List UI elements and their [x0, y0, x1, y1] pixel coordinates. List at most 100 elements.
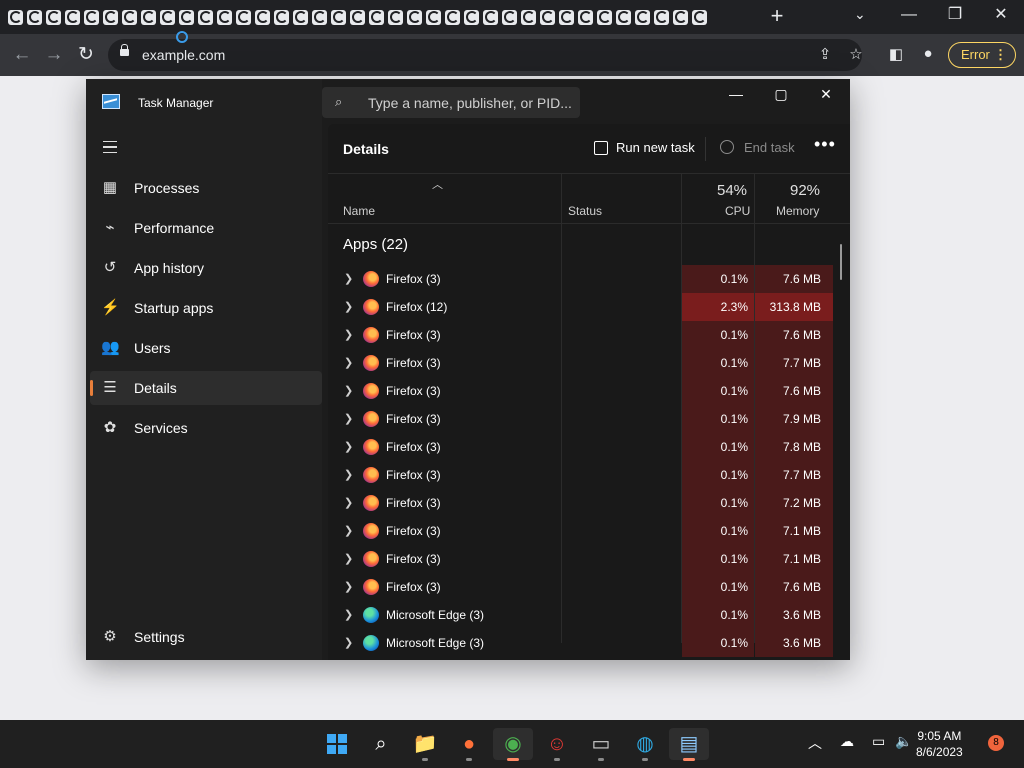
browser-tab[interactable] [692, 8, 707, 26]
firefox[interactable]: ● [449, 728, 489, 761]
expand-chevron-icon[interactable]: ❯ [344, 524, 353, 537]
table-row[interactable]: ❯ Firefox (3) 0.1% 7.6 MB [328, 573, 833, 601]
app-character[interactable]: ☺ [537, 728, 577, 761]
browser-tab[interactable] [255, 8, 270, 26]
bookmark-star-icon[interactable]: ☆ [846, 45, 866, 63]
chrome[interactable]: ◉ [493, 728, 533, 761]
hamburger-menu-icon[interactable] [103, 141, 117, 153]
browser-tab[interactable] [502, 8, 517, 26]
chevron-up-icon[interactable]: ︿ [808, 733, 822, 753]
volume-icon[interactable]: 🔈 [895, 733, 912, 750]
browser-tab[interactable] [540, 8, 555, 26]
restore-icon[interactable]: ❐ [932, 4, 978, 26]
tab-search-button[interactable]: ⌄ [854, 6, 866, 23]
profile-icon[interactable]: ● [918, 45, 938, 62]
browser-tab[interactable] [483, 8, 498, 26]
browser-tab[interactable] [521, 8, 536, 26]
table-row[interactable]: ❯ Firefox (3) 0.1% 7.6 MB [328, 321, 833, 349]
lock-icon[interactable] [120, 44, 129, 56]
edge[interactable]: ◍ [625, 728, 665, 761]
browser-tab[interactable] [160, 8, 175, 26]
browser-tab[interactable] [388, 8, 403, 26]
group-header-apps[interactable]: Apps (22) [343, 236, 408, 253]
column-cpu[interactable]: CPU [725, 204, 750, 218]
nav-services[interactable]: ✿ Services [90, 411, 322, 445]
browser-tab[interactable] [673, 8, 688, 26]
error-button[interactable]: Error ⋮ [948, 42, 1016, 68]
browser-tab[interactable] [312, 8, 327, 26]
network-icon[interactable]: ▭ [872, 733, 885, 750]
table-row[interactable]: ❯ Firefox (3) 0.1% 7.7 MB [328, 461, 833, 489]
table-row[interactable]: ❯ Firefox (3) 0.1% 7.9 MB [328, 405, 833, 433]
column-status[interactable]: Status [568, 204, 602, 218]
table-row[interactable]: ❯ Firefox (3) 0.1% 7.8 MB [328, 433, 833, 461]
browser-tab[interactable] [46, 8, 61, 26]
nav-settings[interactable]: ⚙ Settings [90, 620, 322, 654]
clock[interactable]: 9:05 AM 8/6/2023 [916, 728, 963, 760]
minimize-icon[interactable]: — [886, 4, 932, 26]
browser-tab[interactable] [236, 8, 251, 26]
nav-details[interactable]: ☰ Details [90, 371, 322, 405]
browser-tab[interactable] [122, 8, 137, 26]
browser-tab[interactable] [198, 8, 213, 26]
forward-icon[interactable]: → [42, 43, 66, 67]
browser-tab[interactable] [274, 8, 289, 26]
maximize-icon[interactable]: ▢ [759, 84, 803, 104]
address-bar[interactable]: example.com ⇪ ☆ [108, 39, 863, 71]
browser-tab[interactable] [464, 8, 479, 26]
share-icon[interactable]: ⇪ [815, 45, 835, 63]
search-box[interactable]: ⌕ Type a name, publisher, or PID... [322, 87, 580, 118]
end-task-button[interactable]: End task [720, 140, 795, 155]
browser-tab[interactable] [597, 8, 612, 26]
column-name[interactable]: Name [343, 204, 375, 218]
start-button[interactable] [317, 728, 357, 760]
expand-chevron-icon[interactable]: ❯ [344, 384, 353, 397]
new-tab-button[interactable]: + [766, 4, 788, 28]
expand-chevron-icon[interactable]: ❯ [344, 580, 353, 593]
table-row[interactable]: ❯ Firefox (3) 0.1% 7.1 MB [328, 545, 833, 573]
task-manager[interactable]: ▤ [669, 728, 709, 761]
nav-app-history[interactable]: ↺ App history [90, 251, 322, 285]
table-row[interactable]: ❯ Firefox (3) 0.1% 7.7 MB [328, 349, 833, 377]
side-panel-icon[interactable]: ◧ [886, 45, 906, 63]
expand-chevron-icon[interactable]: ❯ [344, 440, 353, 453]
run-new-task-button[interactable]: Run new task [594, 140, 695, 155]
browser-tab[interactable] [369, 8, 384, 26]
expand-chevron-icon[interactable]: ❯ [344, 356, 353, 369]
minimize-icon[interactable]: — [714, 84, 758, 104]
url-text[interactable]: example.com [142, 47, 225, 63]
more-options-icon[interactable]: ••• [814, 134, 836, 155]
table-row[interactable]: ❯ Firefox (3) 0.1% 7.6 MB [328, 377, 833, 405]
close-icon[interactable]: ✕ [804, 84, 848, 104]
browser-tab[interactable] [350, 8, 365, 26]
file-explorer[interactable]: 📁 [405, 728, 445, 761]
browser-tab[interactable] [445, 8, 460, 26]
browser-tab[interactable] [578, 8, 593, 26]
browser-tab[interactable] [8, 8, 23, 26]
browser-tab[interactable] [217, 8, 232, 26]
close-icon[interactable]: ✕ [978, 4, 1024, 26]
expand-chevron-icon[interactable]: ❯ [344, 300, 353, 313]
search-placeholder[interactable]: Type a name, publisher, or PID... [368, 95, 572, 111]
browser-tab[interactable] [293, 8, 308, 26]
browser-tab[interactable] [65, 8, 80, 26]
back-icon[interactable]: ← [10, 43, 34, 67]
browser-tab[interactable] [559, 8, 574, 26]
expand-chevron-icon[interactable]: ❯ [344, 552, 353, 565]
expand-chevron-icon[interactable]: ❯ [344, 328, 353, 341]
browser-tab[interactable] [426, 8, 441, 26]
table-row[interactable]: ❯ Firefox (12) 2.3% 313.8 MB [328, 293, 833, 321]
browser-tab[interactable] [331, 8, 346, 26]
browser-tab[interactable] [407, 8, 422, 26]
table-row[interactable]: ❯ Firefox (3) 0.1% 7.2 MB [328, 489, 833, 517]
table-row[interactable]: ❯ Firefox (3) 0.1% 7.6 MB [328, 265, 833, 293]
browser-tab[interactable] [616, 8, 631, 26]
expand-chevron-icon[interactable]: ❯ [344, 496, 353, 509]
expand-chevron-icon[interactable]: ❯ [344, 272, 353, 285]
vertical-scrollbar[interactable] [840, 244, 842, 280]
table-row[interactable]: ❯ Microsoft Edge (3) 0.1% 3.6 MB [328, 629, 833, 657]
table-row[interactable]: ❯ Firefox (3) 0.1% 7.1 MB [328, 517, 833, 545]
browser-tab[interactable] [27, 8, 42, 26]
expand-chevron-icon[interactable]: ❯ [344, 608, 353, 621]
browser-tab[interactable] [103, 8, 118, 26]
